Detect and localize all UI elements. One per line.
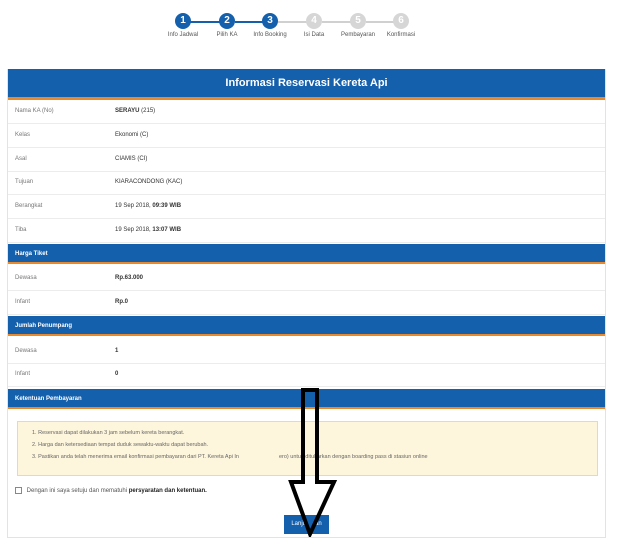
down-arrow-annotation bbox=[288, 388, 338, 537]
booking-stepper: 1 Info Jadwal 2 Pilih KA 3 Info Booking … bbox=[0, 0, 620, 60]
arrival-date: 19 Sep 2018, bbox=[115, 227, 151, 233]
row-key: Dewasa bbox=[15, 348, 37, 354]
info-row-train-name: Nama KA (No) SERAYU (215) bbox=[8, 100, 605, 124]
row-key: Dewasa bbox=[15, 275, 37, 281]
step-number: 6 bbox=[393, 13, 409, 29]
info-row-departure: Berangkat 19 Sep 2018, 09:39 WIB bbox=[8, 195, 605, 219]
row-value: Ekonomi (C) bbox=[115, 132, 149, 138]
row-value: SERAYU (215) bbox=[115, 100, 155, 123]
departure-time: 09:39 WIB bbox=[152, 203, 182, 209]
terms-link[interactable]: persyaratan dan ketentuan. bbox=[129, 488, 207, 494]
row-value: KIARACONDONG (KAC) bbox=[115, 179, 183, 185]
agree-row[interactable]: Dengan ini saya setuju dan mematuhi pers… bbox=[15, 487, 207, 494]
row-key: Berangkat bbox=[15, 203, 43, 209]
train-number: (215) bbox=[141, 108, 156, 114]
row-value: Rp.63.000 bbox=[115, 267, 143, 290]
row-key: Kelas bbox=[15, 132, 31, 138]
info-row-arrival: Tiba 19 Sep 2018, 13:07 WIB bbox=[8, 219, 605, 243]
step-konfirmasi: 6 Konfirmasi bbox=[361, 13, 441, 38]
section-header-jumlah: Jumlah Penumpang bbox=[8, 316, 605, 336]
row-value: 19 Sep 2018, 13:07 WIB bbox=[115, 219, 181, 242]
row-value: CIAMIS (CI) bbox=[115, 156, 148, 162]
panel-title: Informasi Reservasi Kereta Api bbox=[8, 69, 605, 100]
row-key: Tiba bbox=[15, 227, 27, 233]
row-value: 19 Sep 2018, 09:39 WIB bbox=[115, 195, 181, 218]
row-value: 1 bbox=[115, 340, 118, 363]
infant-count: 0 bbox=[115, 371, 119, 377]
count-row-adult: Dewasa 1 bbox=[8, 340, 605, 364]
row-key: Infant bbox=[15, 299, 31, 305]
agree-text: Dengan ini saya setuju dan mematuhi bbox=[26, 488, 128, 495]
adult-price: Rp.63.000 bbox=[115, 275, 144, 281]
count-row-infant: Infant 0 bbox=[8, 363, 605, 387]
adult-count: 1 bbox=[115, 348, 119, 354]
info-row-destination: Tujuan KIARACONDONG (KAC) bbox=[8, 171, 605, 195]
row-key: Tujuan bbox=[15, 179, 34, 185]
arrival-time: 13:07 WIB bbox=[152, 227, 182, 233]
price-row-infant: Infant Rp.0 bbox=[8, 291, 605, 315]
departure-date: 19 Sep 2018, bbox=[115, 203, 151, 209]
row-key: Nama KA (No) bbox=[15, 108, 54, 114]
section-header-harga: Harga Tiket bbox=[8, 244, 605, 264]
agree-checkbox[interactable] bbox=[15, 487, 22, 494]
row-key: Infant bbox=[15, 371, 31, 377]
price-row-adult: Dewasa Rp.63.000 bbox=[8, 267, 605, 291]
step-label: Konfirmasi bbox=[386, 32, 416, 38]
train-name: SERAYU bbox=[115, 108, 140, 114]
infant-price: Rp.0 bbox=[115, 299, 129, 305]
info-row-class: Kelas Ekonomi (C) bbox=[8, 124, 605, 148]
terms-item-part: 3. Pastikan anda telah menerima email ko… bbox=[32, 454, 239, 460]
row-key: Asal bbox=[15, 156, 27, 162]
row-value: Rp.0 bbox=[115, 291, 128, 314]
info-row-origin: Asal CIAMIS (CI) bbox=[8, 148, 605, 172]
row-value: 0 bbox=[115, 363, 118, 386]
